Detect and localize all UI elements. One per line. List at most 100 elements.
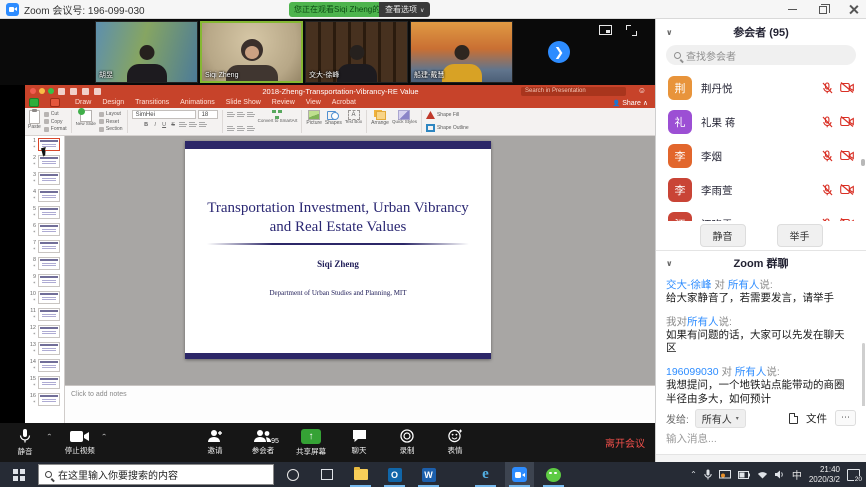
bold-button[interactable]: B (143, 121, 150, 129)
start-button[interactable] (0, 462, 38, 487)
slide-thumbnail[interactable]: 16✶ (25, 393, 64, 410)
chat-message-list[interactable]: 交大-徐峰 对 所有人说:给大家静音了，若需要发言，请举手我对所有人说:如果有问… (656, 275, 866, 406)
paste-button[interactable]: Paste (28, 110, 41, 133)
fullscreen-icon[interactable] (626, 25, 637, 36)
bullets-button[interactable] (227, 111, 235, 118)
indent-button[interactable] (247, 111, 255, 118)
participant-row[interactable]: 汪 汪晓雪 (656, 207, 866, 221)
arrange-button[interactable]: Arrange (371, 110, 389, 133)
stop-video-button[interactable]: 停止视频 (63, 423, 97, 462)
cortana-button[interactable] (278, 462, 307, 487)
slide-thumbnail[interactable]: 2✶ (25, 155, 64, 172)
align-left-button[interactable] (227, 125, 235, 132)
tray-microphone-icon[interactable] (704, 469, 712, 480)
slide-thumbnail[interactable]: 5✶ (25, 206, 64, 223)
collapse-participants-chevron[interactable]: ∨ (666, 28, 673, 37)
insert-shapes-button[interactable]: Shapes (325, 110, 342, 133)
copy-button[interactable]: Copy (44, 119, 67, 125)
chat-input[interactable]: 输入消息... (666, 431, 856, 446)
slide-thumbnail[interactable]: 3✶ (25, 172, 64, 189)
tray-display-share-icon[interactable] (719, 470, 731, 480)
slide-thumbnail[interactable]: 13✶ (25, 342, 64, 359)
undo-icon[interactable] (82, 88, 89, 95)
insert-textbox-button[interactable]: AText Box (345, 110, 362, 133)
chat-button[interactable]: 聊天 (342, 423, 376, 462)
redo-icon[interactable] (94, 88, 101, 95)
participant-row[interactable]: 李 李烟 (656, 139, 866, 173)
taskbar-search-input[interactable]: 在这里输入你要搜索的内容 (38, 464, 274, 485)
slide-thumbnail[interactable]: 6✶ (25, 223, 64, 240)
slide-thumbnail[interactable]: 4✶ (25, 189, 64, 206)
font-color-button[interactable] (199, 121, 207, 128)
slide-thumbnail[interactable]: 12✶ (25, 325, 64, 342)
quick-access-icons[interactable] (58, 88, 101, 95)
strikethrough-button[interactable]: S (170, 121, 177, 129)
numbering-button[interactable] (237, 111, 245, 118)
slide-thumbnail[interactable]: 15✶ (25, 376, 64, 393)
wifi-icon[interactable] (757, 470, 768, 479)
participant-row[interactable]: 李 李雨萱 (656, 173, 866, 207)
slide-thumbnail[interactable]: 11✶ (25, 308, 64, 325)
send-file-button[interactable]: 文件 (806, 411, 827, 426)
section-button[interactable]: Section (99, 126, 123, 132)
participant-search-input[interactable]: 查找参会者 (666, 45, 856, 65)
video-tile[interactable]: 胡昱 (95, 21, 198, 83)
mac-traffic-lights[interactable] (30, 88, 54, 94)
reactions-button[interactable]: 表情 (438, 423, 472, 462)
mute-me-button[interactable]: 静音 (700, 224, 746, 247)
ppt-tab[interactable]: Transitions (135, 99, 169, 106)
tray-expand-chevron[interactable]: ⌃ (690, 470, 697, 479)
slide-thumbnail[interactable]: 1✶ (25, 138, 64, 155)
battery-icon[interactable] (738, 471, 750, 479)
video-options-chevron[interactable]: ⌃ (101, 433, 108, 440)
word-button[interactable]: W (414, 462, 443, 487)
ppt-tab[interactable]: Draw (75, 99, 91, 106)
participants-button[interactable]: 95 参会者 (246, 423, 280, 462)
outlook-button[interactable]: O (380, 462, 409, 487)
next-videos-button[interactable]: ❯ (548, 41, 570, 63)
share-screen-button[interactable]: ↑ 共享屏幕 (294, 423, 328, 462)
ppt-tab[interactable]: Design (102, 99, 124, 106)
font-name-select[interactable]: SimHei (132, 110, 196, 119)
video-tile[interactable]: Siqi Zheng (200, 21, 303, 83)
format-painter-button[interactable]: Format (44, 126, 67, 132)
slide-thumbnail[interactable]: 8✶ (25, 257, 64, 274)
slide-thumbnail[interactable]: 9✶ (25, 274, 64, 291)
cut-button[interactable]: Cut (44, 111, 67, 117)
align-center-button[interactable] (237, 125, 245, 132)
shape-outline-button[interactable]: Shape Outline (426, 124, 469, 132)
ppt-tab[interactable]: View (306, 99, 321, 106)
mac-close-icon[interactable] (30, 88, 36, 94)
new-slide-button[interactable]: New Slide (76, 110, 96, 133)
file-explorer-button[interactable] (346, 462, 375, 487)
participant-list[interactable]: 荆 荆丹悦 礼 礼果 蒋 李 李烟 李 李雨萱 汪 汪晓雪 (656, 71, 866, 221)
send-to-dropdown[interactable]: 所有人▾ (695, 409, 746, 428)
participants-scrollbar[interactable] (861, 159, 865, 166)
close-button[interactable] (849, 5, 858, 14)
maximize-button[interactable] (819, 6, 827, 14)
chat-more-button[interactable]: ⋯ (835, 410, 856, 426)
ppt-tab[interactable]: Slide Show (226, 99, 261, 106)
ime-indicator[interactable]: 中 (792, 467, 802, 482)
view-options-button[interactable]: 查看选项∨ (379, 2, 430, 17)
gallery-view-icon[interactable] (599, 25, 612, 35)
collapse-chat-chevron[interactable]: ∨ (666, 259, 673, 268)
zoom-taskbar-button[interactable] (505, 462, 534, 487)
slide-thumbnail-panel[interactable]: 1✶ 2✶ 3✶ 4✶ 5✶ 6✶ 7✶ (25, 136, 65, 429)
insert-picture-button[interactable]: Picture (306, 110, 322, 133)
wechat-button[interactable] (539, 462, 568, 487)
mute-button[interactable]: 静音 (8, 423, 42, 462)
ppt-tab[interactable]: Animations (180, 99, 215, 106)
task-view-button[interactable] (312, 462, 341, 487)
leave-meeting-button[interactable]: 离开会议 (605, 423, 645, 462)
font-format-buttons[interactable]: B I U S (143, 121, 207, 129)
video-tile[interactable]: 船建-戴慧 (410, 21, 513, 83)
minimize-button[interactable] (788, 9, 797, 10)
taskbar-clock[interactable]: 21:40 2020/3/2 (809, 465, 840, 485)
line-spacing-button[interactable] (247, 125, 255, 132)
shape-fill-button[interactable]: Shape Fill (426, 111, 469, 119)
record-button[interactable]: 录制 (390, 423, 424, 462)
raise-hand-button[interactable]: 举手 (777, 224, 823, 247)
ppt-search-box[interactable]: Search in Presentation (521, 87, 626, 96)
italic-button[interactable]: I (152, 121, 159, 129)
